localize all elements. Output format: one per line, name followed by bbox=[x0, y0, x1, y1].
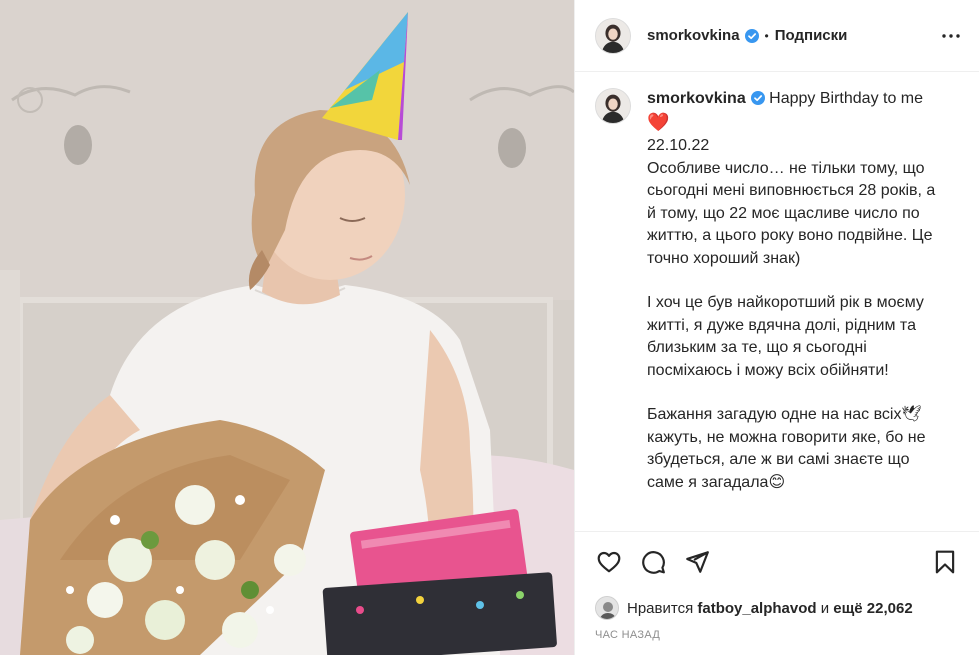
avatar-image bbox=[596, 18, 630, 53]
verified-badge-icon bbox=[744, 28, 759, 43]
heart-outline-icon[interactable] bbox=[595, 548, 623, 576]
caption-text: smorkovkina Happy Birthday to me ❤️ 22.1… bbox=[647, 88, 947, 531]
caption-username[interactable]: smorkovkina bbox=[647, 90, 746, 107]
liker-username[interactable]: fatboy_alphavod bbox=[697, 600, 816, 617]
photo-illustration bbox=[0, 0, 574, 655]
caption-paragraph-2: І хоч це був найкоротший рік в моєму жит… bbox=[647, 294, 924, 379]
post-header: smorkovkina • Подписки bbox=[575, 0, 979, 72]
caption-paragraph-1: Особливе число… не тільки тому, що сього… bbox=[647, 159, 936, 267]
author-username[interactable]: smorkovkina bbox=[647, 27, 740, 44]
likes-row: Нравится fatboy_alphavod и ещё 22,062 bbox=[575, 591, 979, 625]
more-dots-icon[interactable] bbox=[939, 24, 963, 48]
post-photo[interactable] bbox=[0, 0, 574, 655]
share-plane-icon[interactable] bbox=[683, 548, 711, 576]
caption-author-avatar[interactable] bbox=[595, 88, 631, 124]
likes-and: и bbox=[820, 599, 830, 617]
post-side-panel: smorkovkina • Подписки smorkovkina Happy… bbox=[574, 0, 979, 655]
caption-area: smorkovkina Happy Birthday to me ❤️ 22.1… bbox=[575, 72, 979, 531]
post-time[interactable]: ЧАС НАЗАД bbox=[575, 625, 979, 655]
comment-icon[interactable] bbox=[639, 548, 667, 576]
liker-avatar[interactable] bbox=[595, 596, 619, 620]
heart-emoji: ❤️ bbox=[647, 111, 670, 132]
header-separator: • bbox=[764, 28, 769, 43]
instagram-post: smorkovkina • Подписки smorkovkina Happy… bbox=[0, 0, 979, 655]
action-bar bbox=[575, 531, 979, 591]
caption-date: 22.10.22 bbox=[647, 137, 710, 154]
author-avatar[interactable] bbox=[595, 17, 631, 54]
bookmark-icon[interactable] bbox=[931, 548, 959, 576]
avatar-image bbox=[596, 597, 618, 619]
caption-paragraph-3: Бажання загадую одне на нас всіх🕊 кажуть… bbox=[647, 406, 926, 491]
avatar-image bbox=[596, 89, 630, 123]
verified-badge-icon bbox=[750, 91, 765, 105]
likes-count[interactable]: ещё 22,062 bbox=[833, 600, 912, 617]
likes-prefix: Нравится bbox=[627, 599, 694, 617]
caption-first-line: Happy Birthday to me bbox=[769, 90, 924, 107]
likes-text: Нравится fatboy_alphavod и ещё 22,062 bbox=[627, 600, 913, 617]
following-button[interactable]: Подписки bbox=[775, 27, 848, 44]
